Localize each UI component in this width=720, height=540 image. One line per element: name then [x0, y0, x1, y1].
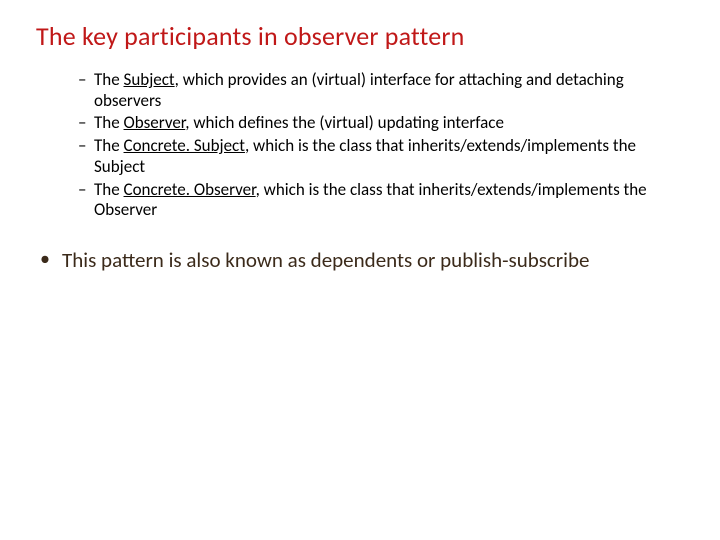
- item-prefix: The: [94, 69, 124, 90]
- slide-title: The key participants in observer pattern: [36, 22, 684, 52]
- participant-list: The Subject, which provides an (virtual)…: [36, 70, 684, 221]
- item-prefix: The: [94, 135, 124, 156]
- list-item: The Observer, which defines the (virtual…: [78, 113, 654, 134]
- item-term: Observer: [124, 112, 186, 133]
- item-term: Concrete. Observer: [124, 179, 256, 200]
- item-term: Concrete. Subject: [124, 135, 245, 156]
- item-prefix: The: [94, 179, 124, 200]
- summary-bullet: This pattern is also known as dependents…: [40, 247, 684, 273]
- slide: The key participants in observer pattern…: [0, 0, 720, 540]
- item-term: Subject: [124, 69, 175, 90]
- list-item: The Concrete. Subject, which is the clas…: [78, 136, 654, 177]
- item-prefix: The: [94, 112, 124, 133]
- list-item: The Concrete. Observer, which is the cla…: [78, 180, 654, 221]
- list-item: The Subject, which provides an (virtual)…: [78, 70, 654, 111]
- item-rest: , which defines the (virtual) updating i…: [185, 112, 504, 133]
